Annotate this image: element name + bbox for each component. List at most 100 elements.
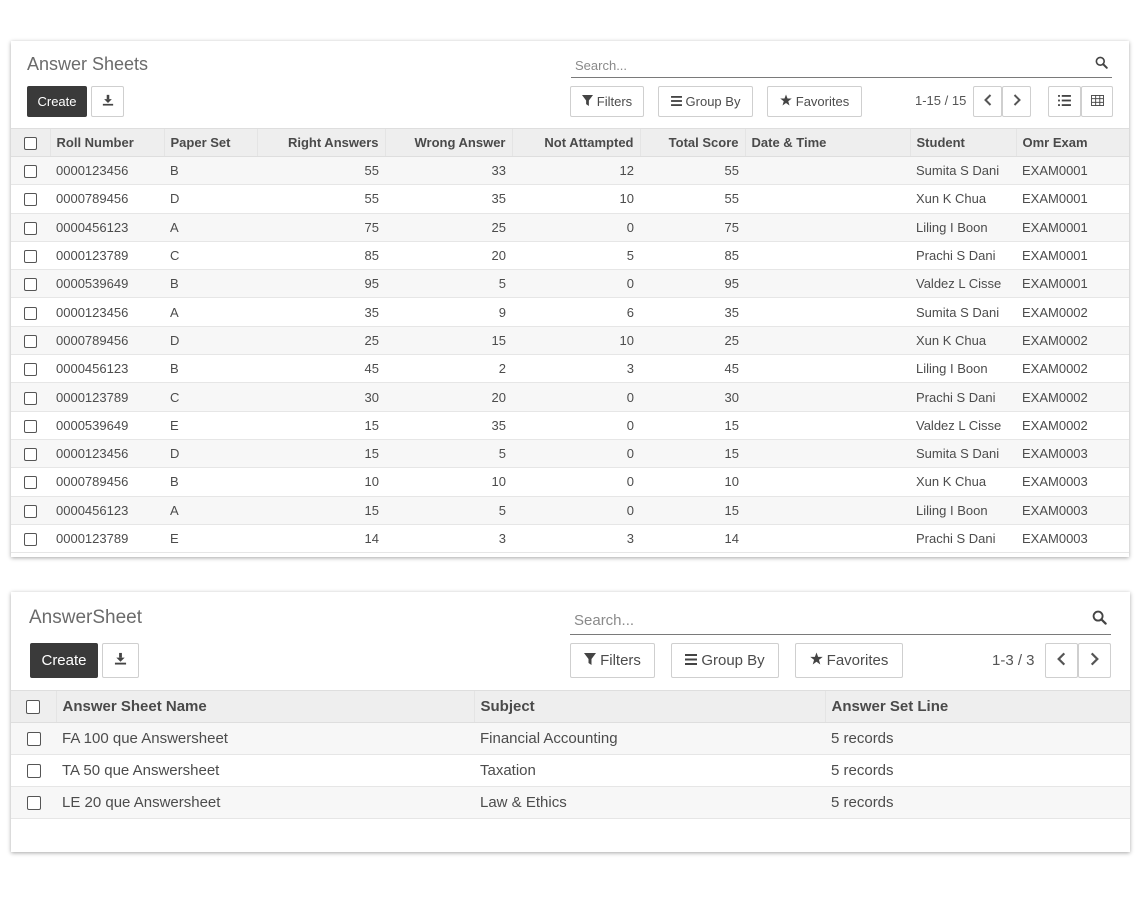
table-cell: 2 — [385, 354, 512, 384]
select-all-checkbox[interactable] — [11, 128, 50, 157]
table-row[interactable]: FA 100 que Answersheet Financial Accounti… — [11, 722, 1130, 755]
table-cell: 0 — [512, 382, 640, 412]
pager-previous-button[interactable] — [973, 86, 1002, 117]
table-cell: 30 — [257, 382, 385, 412]
search-icon[interactable] — [1092, 610, 1107, 630]
row-checkbox[interactable] — [11, 354, 50, 384]
table-row[interactable]: LE 20 que Answersheet Law & Ethics 5 recor… — [11, 786, 1130, 819]
row-checkbox[interactable] — [11, 156, 50, 186]
table-cell: C — [164, 241, 257, 271]
list-view-button[interactable] — [1048, 86, 1081, 117]
pager-value[interactable]: 1-15 / 15 — [915, 93, 966, 108]
download-button[interactable] — [102, 643, 139, 678]
filters-button[interactable]: Filters — [570, 643, 655, 678]
column-header[interactable]: Roll Number — [49, 128, 164, 157]
row-checkbox[interactable] — [11, 297, 50, 327]
table-cell: 15 — [385, 326, 512, 356]
table-cell: 0 — [512, 439, 640, 469]
column-header[interactable]: Student — [909, 128, 1016, 157]
column-header[interactable]: Subject — [473, 690, 825, 723]
favorites-button[interactable]: Favorites — [795, 643, 903, 678]
table-row[interactable]: 0000789456 B 10 10 0 10 Xun K Chua EXAM0003 — [11, 467, 1129, 497]
table-cell: 0000789456 — [50, 467, 164, 497]
filters-button[interactable]: Filters — [570, 86, 644, 117]
column-header[interactable]: Answer Set Line — [824, 690, 1130, 723]
column-header[interactable]: Answer Sheet Name — [55, 690, 474, 723]
table-row[interactable]: 0000123456 D 15 5 0 15 Sumita S Dani EXAM0003 — [11, 439, 1129, 469]
table-cell: 85 — [640, 241, 745, 271]
answersheet-panel: AnswerSheet Create Filters Group By Favo… — [11, 592, 1130, 852]
row-checkbox[interactable] — [11, 241, 50, 271]
table-cell: 3 — [512, 524, 640, 554]
table-cell: 5 — [385, 439, 512, 469]
pager-next-button[interactable] — [1002, 86, 1031, 117]
row-checkbox[interactable] — [11, 524, 50, 554]
table-cell: EXAM0001 — [1016, 213, 1129, 242]
table-row[interactable]: 0000123789 C 30 20 0 30 Prachi S Dani EXAM0002 — [11, 382, 1129, 412]
table-row[interactable]: 0000456123 A 15 5 0 15 Liling I Boon EXAM0003 — [11, 496, 1129, 525]
row-checkbox[interactable] — [11, 722, 56, 755]
row-checkbox[interactable] — [11, 269, 50, 299]
group-by-button[interactable]: Group By — [671, 643, 779, 678]
table-cell: 75 — [640, 213, 745, 242]
column-header[interactable]: Paper Set — [163, 128, 257, 157]
table-cell: 0000539649 — [50, 269, 164, 299]
pager-value[interactable]: 1-3 / 3 — [992, 652, 1035, 669]
table-row[interactable]: 0000123789 E 14 3 3 14 Prachi S Dani EXAM0003 — [11, 524, 1129, 554]
row-checkbox[interactable] — [11, 411, 50, 440]
row-checkbox[interactable] — [11, 213, 50, 242]
create-button[interactable]: Create — [27, 86, 87, 117]
pager-next-button[interactable] — [1078, 643, 1111, 678]
search-icon[interactable] — [1095, 56, 1108, 74]
table-row[interactable]: 0000539649 E 15 35 0 15 Valdez L Cisse EXAM0002 — [11, 411, 1129, 440]
table-cell — [745, 156, 910, 186]
select-all-checkbox[interactable] — [11, 690, 56, 723]
row-checkbox[interactable] — [11, 184, 50, 214]
row-checkbox[interactable] — [11, 439, 50, 469]
table-cell: 45 — [640, 354, 745, 384]
column-header[interactable]: Right Answers — [256, 128, 385, 157]
table-cell: Xun K Chua — [910, 326, 1016, 356]
table-row[interactable]: TA 50 que Answersheet Taxation 5 records — [11, 754, 1130, 787]
table-row[interactable]: 0000539649 B 95 5 0 95 Valdez L Cisse EXAM0001 — [11, 269, 1129, 299]
favorites-button[interactable]: Favorites — [767, 86, 862, 117]
table-cell: 95 — [257, 269, 385, 299]
table-cell: 15 — [640, 439, 745, 469]
pivot-view-button[interactable] — [1081, 86, 1113, 117]
create-button[interactable]: Create — [30, 643, 98, 678]
download-button[interactable] — [91, 86, 124, 117]
table-header-row: Answer Sheet Name Subject Answer Set Lin… — [11, 690, 1130, 723]
row-checkbox[interactable] — [11, 467, 50, 497]
pager-previous-button[interactable] — [1045, 643, 1078, 678]
table-cell: 0000123789 — [50, 524, 164, 554]
table-cell: 10 — [257, 467, 385, 497]
row-checkbox[interactable] — [11, 496, 50, 525]
table-cell — [745, 326, 910, 356]
table-row[interactable]: 0000789456 D 55 35 10 55 Xun K Chua EXAM0001 — [11, 184, 1129, 214]
column-header[interactable]: Total Score — [639, 128, 745, 157]
filters-label: Filters — [600, 652, 641, 669]
table-row[interactable]: 0000789456 D 25 15 10 25 Xun K Chua EXAM0002 — [11, 326, 1129, 356]
row-checkbox[interactable] — [11, 754, 56, 787]
table-cell: 10 — [385, 467, 512, 497]
column-header[interactable]: Omr Exam — [1015, 128, 1129, 157]
table-cell: 10 — [512, 184, 640, 214]
row-checkbox[interactable] — [11, 326, 50, 356]
table-row[interactable]: 0000456123 B 45 2 3 45 Liling I Boon EXAM0002 — [11, 354, 1129, 384]
table-row[interactable]: 0000123789 C 85 20 5 85 Prachi S Dani EXAM0001 — [11, 241, 1129, 271]
search-input[interactable] — [571, 53, 1112, 77]
star-icon — [809, 652, 827, 669]
column-header[interactable]: Wrong Answer — [384, 128, 512, 157]
table-row[interactable]: 0000123456 B 55 33 12 55 Sumita S Dani EXAM0001 — [11, 156, 1129, 186]
group-by-button[interactable]: Group By — [658, 86, 753, 117]
row-checkbox[interactable] — [11, 786, 56, 819]
download-icon — [102, 94, 114, 109]
column-header[interactable]: Not Attampted — [511, 128, 640, 157]
row-checkbox[interactable] — [11, 382, 50, 412]
search-input[interactable] — [570, 607, 1111, 634]
column-header[interactable]: Date & Time — [744, 128, 910, 157]
table-row[interactable]: 0000456123 A 75 25 0 75 Liling I Boon EXAM0001 — [11, 213, 1129, 242]
table-cell: EXAM0003 — [1016, 524, 1129, 554]
table-row[interactable]: 0000123456 A 35 9 6 35 Sumita S Dani EXAM0002 — [11, 297, 1129, 327]
table-cell: 15 — [640, 496, 745, 525]
